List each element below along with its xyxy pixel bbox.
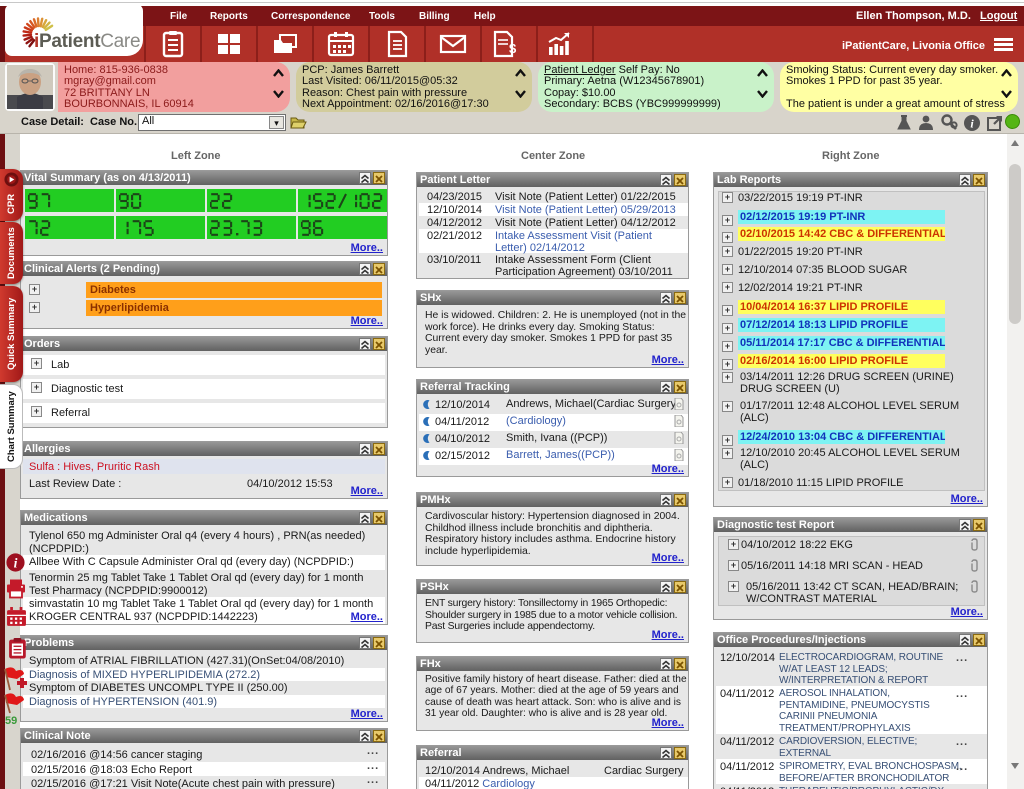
svg-text:i: i [14, 555, 18, 570]
svg-text:$: $ [509, 41, 517, 56]
